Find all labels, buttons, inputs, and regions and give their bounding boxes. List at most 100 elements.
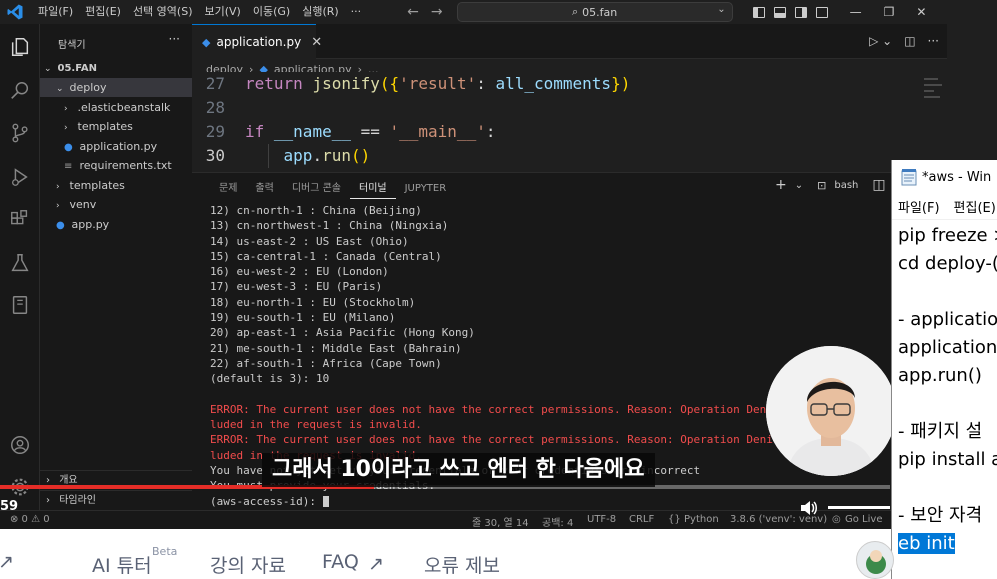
ai-tutor-link[interactable]: AI 튜터 — [92, 551, 152, 578]
tree-item-application-py[interactable]: ● application.py — [40, 137, 192, 156]
menu-go[interactable]: 이동(G) — [247, 0, 296, 24]
menu-more[interactable]: ··· — [345, 0, 368, 24]
tree-label: app.py — [71, 218, 110, 231]
course-materials-link[interactable]: 강의 자료 — [210, 551, 286, 578]
menu-run[interactable]: 실행(R) — [296, 0, 344, 24]
close-tab-icon[interactable]: ✕ — [311, 35, 322, 50]
code-line[interactable]: 29 if __name__ == '__main__': — [192, 120, 496, 144]
code-token: : — [476, 74, 496, 93]
toggle-sidebar-icon[interactable] — [752, 6, 765, 18]
terminal-line: 20) ap-east-1 : Asia Pacific (Hong Kong) — [210, 326, 475, 340]
minimize-icon[interactable]: — — [850, 5, 862, 19]
command-center-search[interactable]: ⌕ 05.fan ⌄ — [456, 2, 733, 22]
code-token: . — [312, 146, 323, 165]
testing-icon[interactable] — [9, 252, 31, 274]
back-arrow-icon[interactable]: ← — [407, 4, 419, 20]
restore-icon[interactable]: ❐ — [884, 5, 895, 19]
code-line[interactable]: 28 — [192, 96, 245, 120]
terminal-line: 22) af-south-1 : Africa (Cape Town) — [210, 356, 442, 370]
encoding[interactable]: UTF-8 — [587, 514, 616, 525]
new-terminal-icon[interactable]: + — [775, 177, 787, 193]
language-mode[interactable]: Python — [684, 514, 719, 525]
layout-controls — [752, 6, 828, 18]
code-editor[interactable]: 27 return jsonify({'result': all_comments… — [192, 72, 920, 172]
presenter-webcam — [766, 346, 896, 476]
explorer-icon[interactable] — [9, 36, 31, 58]
notebook-icon[interactable] — [9, 294, 31, 316]
customize-layout-icon[interactable] — [815, 6, 828, 18]
volume-icon[interactable] — [800, 500, 818, 516]
notepad-menu-file[interactable]: 파일(F) — [898, 197, 940, 216]
go-live-button[interactable]: Go Live — [845, 514, 882, 525]
terminal-line: 13) cn-northwest-1 : China (Ningxia) — [210, 219, 449, 233]
end-of-line[interactable]: CRLF — [629, 514, 654, 525]
faq-link[interactable]: FAQ — [322, 551, 359, 573]
code-token: app — [283, 146, 313, 165]
tab-problems[interactable]: 문제 — [210, 179, 246, 199]
toggle-secondary-sidebar-icon[interactable] — [794, 6, 807, 18]
notepad-line: cd deploy-( — [898, 253, 997, 274]
tree-item-elasticbeanstalk[interactable]: › .elasticbeanstalk — [40, 98, 192, 117]
chevron-down-icon[interactable]: ⌄ — [717, 4, 725, 15]
volume-slider[interactable] — [828, 506, 890, 509]
problems-indicator[interactable]: ⊗ 0 ⚠ 0 — [10, 514, 50, 525]
timeline-section[interactable]: › 타임라인 — [40, 490, 192, 510]
tab-jupyter[interactable]: JUPYTER — [396, 179, 456, 199]
tree-item-requirements-txt[interactable]: ≡ requirements.txt — [40, 156, 192, 175]
menu-selection[interactable]: 선택 영역(S) — [127, 0, 199, 24]
activity-bar — [0, 24, 40, 510]
run-debug-icon[interactable] — [9, 166, 31, 188]
split-terminal-icon[interactable]: ◫ — [872, 177, 885, 193]
tree-label: templates — [77, 120, 133, 133]
more-actions-icon[interactable]: ··· — [169, 32, 180, 46]
indentation[interactable]: 공백: 4 — [542, 514, 573, 529]
notepad-line: - 보안 자격 — [898, 505, 983, 526]
tree-item-venv[interactable]: › venv — [40, 195, 192, 214]
python-file-icon: ● — [64, 142, 73, 153]
tree-root-05fan[interactable]: ⌄ 05.FAN — [40, 58, 192, 77]
accounts-icon[interactable] — [9, 434, 31, 456]
tree-label: venv — [69, 198, 97, 211]
external-link-icon[interactable]: ↗ — [0, 551, 14, 573]
terminal-line: 15) ca-central-1 : Canada (Central) — [210, 249, 442, 263]
search-icon[interactable] — [9, 80, 31, 102]
menu-view[interactable]: 보기(V) — [198, 0, 246, 24]
split-editor-icon[interactable]: ◫ — [904, 34, 915, 48]
tree-item-app-py[interactable]: ● app.py — [40, 215, 192, 234]
error-report-link[interactable]: 오류 제보 — [424, 551, 500, 578]
forward-arrow-icon[interactable]: → — [431, 4, 443, 20]
toggle-panel-icon[interactable] — [773, 6, 786, 18]
tab-output[interactable]: 출력 — [246, 179, 282, 199]
shell-label[interactable]: bash — [834, 180, 858, 191]
terminal-line: 19) eu-south-1 : EU (Milano) — [210, 311, 396, 325]
run-python-icon[interactable]: ▷ ⌄ — [869, 34, 892, 48]
chevron-down-icon: ⌄ — [56, 84, 64, 94]
more-actions-icon[interactable]: ··· — [928, 34, 939, 48]
notepad-menu-edit[interactable]: 편집(E) — [954, 197, 996, 216]
code-line[interactable]: 27 return jsonify({'result': all_comments… — [192, 72, 631, 96]
tab-application-py[interactable]: ◆ application.py ✕ — [192, 24, 322, 59]
cursor-position[interactable]: 줄 30, 열 14 — [472, 514, 529, 529]
tab-debug-console[interactable]: 디버그 콘솔 — [283, 179, 350, 199]
selected-text: eb init — [898, 533, 955, 554]
tab-terminal[interactable]: 터미널 — [350, 179, 396, 199]
code-line[interactable]: 30 app.run() — [192, 144, 371, 168]
indent-guide — [268, 144, 269, 168]
chevron-down-icon[interactable]: ⌄ — [795, 180, 803, 191]
close-window-icon[interactable]: ✕ — [916, 5, 926, 19]
line-number: 30 — [205, 146, 225, 165]
python-file-icon: ● — [56, 220, 65, 231]
minimap[interactable] — [920, 72, 947, 172]
notepad-line: - application — [898, 309, 997, 330]
avatar[interactable] — [856, 541, 894, 579]
tree-item-templates[interactable]: › templates — [40, 176, 192, 195]
tree-item-deploy[interactable]: ⌄ deploy — [40, 78, 192, 97]
video-time: 59 — [0, 499, 19, 514]
menu-edit[interactable]: 편집(E) — [79, 0, 127, 24]
tree-item-deploy-templates[interactable]: › templates — [40, 117, 192, 136]
code-token: () — [350, 146, 371, 165]
source-control-icon[interactable] — [9, 122, 31, 144]
extensions-icon[interactable] — [9, 208, 31, 230]
menu-file[interactable]: 파일(F) — [32, 0, 79, 24]
code-token: return — [245, 74, 313, 93]
